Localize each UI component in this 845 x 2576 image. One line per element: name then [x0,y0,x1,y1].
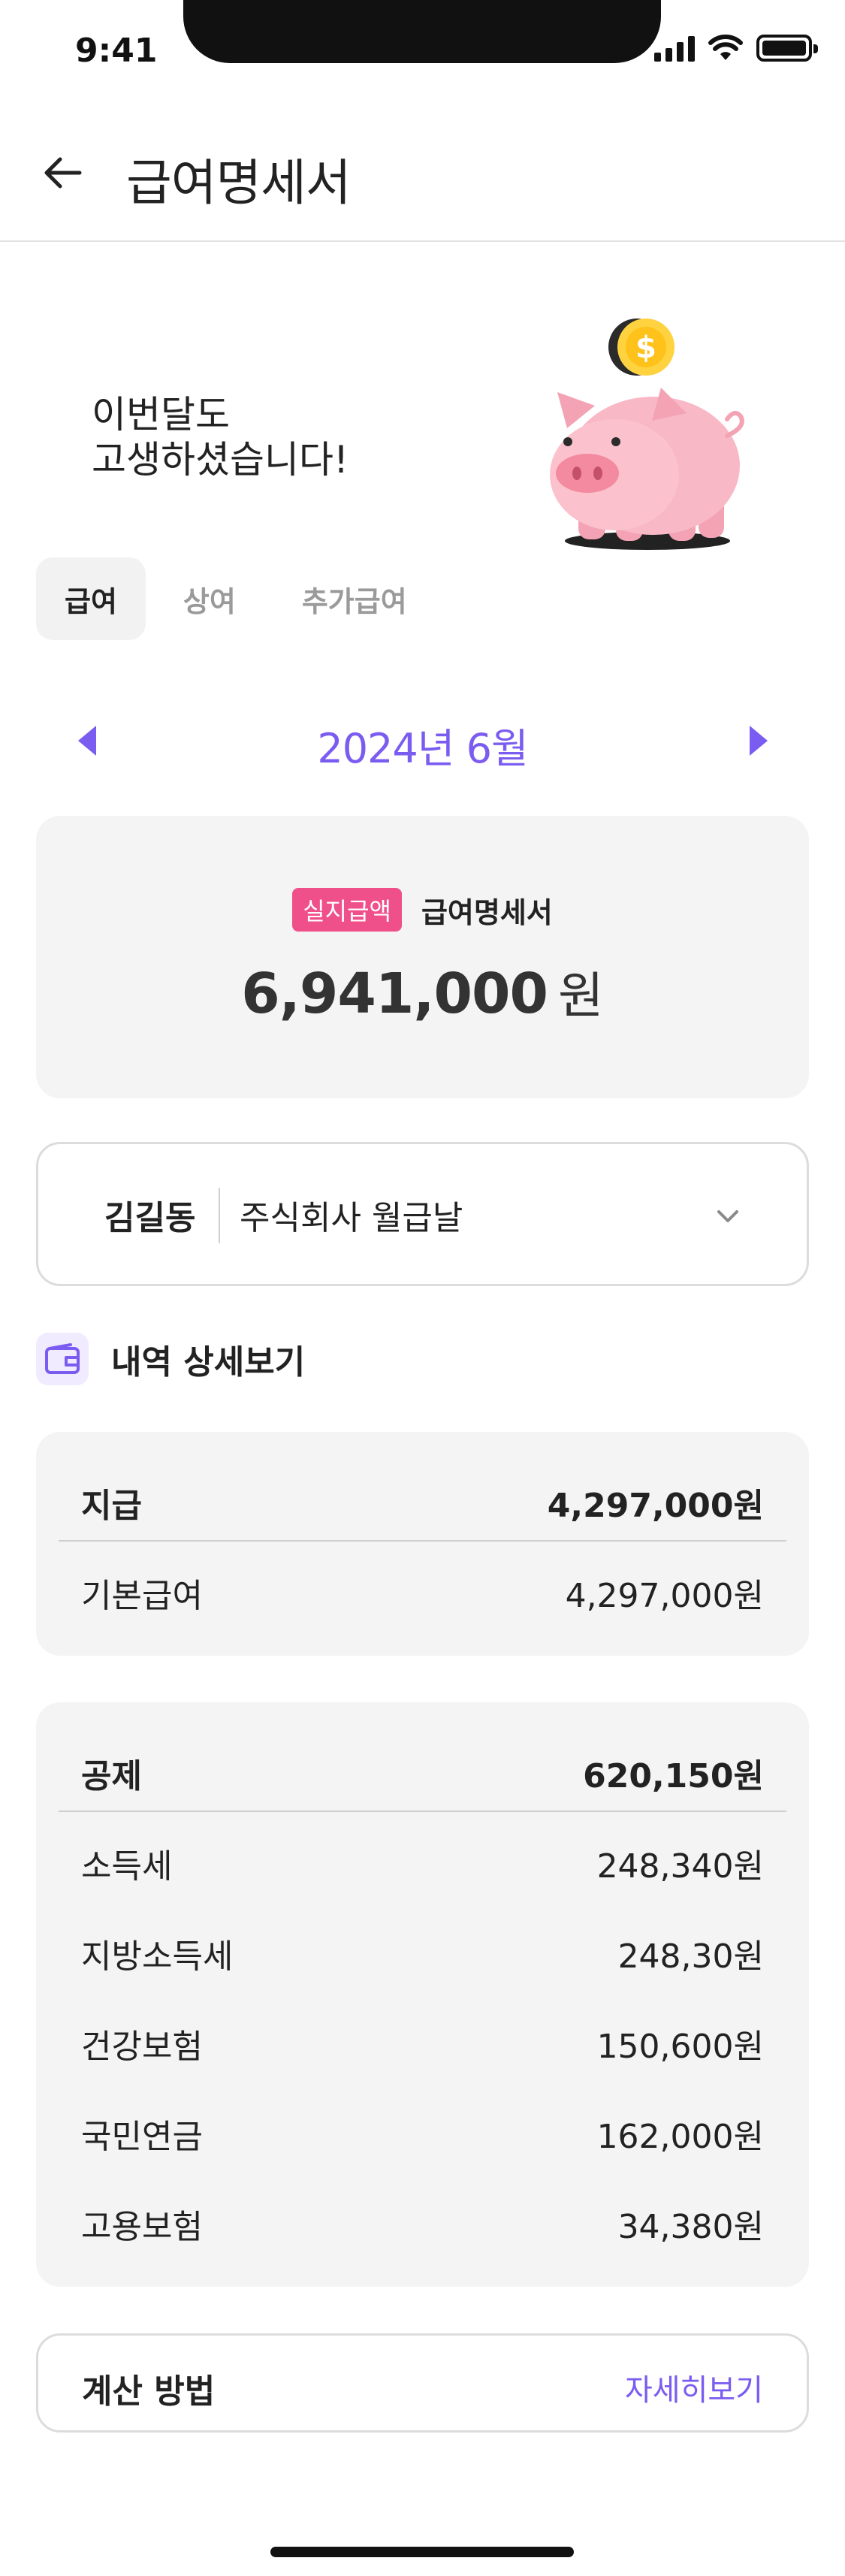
payment-total: 4,297,000원 [547,1487,764,1525]
net-pay-amount-row: 6,941,000 원 [36,956,809,1028]
item-value: 4,297,000원 [565,1577,764,1615]
item-label: 지방소득세 [81,1937,234,1976]
tab-salary[interactable]: 급여 [36,557,146,640]
list-item: 소득세 248,340원 [81,1839,764,1886]
item-label: 국민연금 [81,2118,203,2156]
list-item: 기본급여 4,297,000원 [81,1569,764,1615]
list-item: 지방소득세 248,30원 [81,1929,764,1976]
net-pay-amount: 6,941,000 [241,962,548,1026]
tab-extra-pay[interactable]: 추가급여 [273,557,436,640]
salary-type-tabs: 급여 상여 추가급여 [36,557,436,640]
home-indicator [270,2547,574,2557]
page-title: 급여명세서 [126,154,352,212]
arrow-left-icon [44,157,82,189]
calculation-title: 계산 방법 [82,2372,216,2411]
item-value: 150,600원 [596,2028,764,2066]
net-pay-card: 실지급액 급여명세서 6,941,000 원 [36,816,809,1098]
list-item: 국민연금 162,000원 [81,2109,764,2156]
wallet-icon [36,1333,89,1385]
payment-section: 지급 4,297,000원 기본급여 4,297,000원 [36,1432,809,1656]
tab-bonus[interactable]: 상여 [155,557,264,640]
month-selector: 2024년 6월 [0,706,845,774]
payment-label: 지급 [81,1487,142,1525]
item-value: 248,30원 [617,1937,764,1976]
list-item: 건강보험 150,600원 [81,2019,764,2066]
details-header: 내역 상세보기 [36,1333,305,1385]
hero-message: 이번달도 고생하셨습니다! [92,393,349,482]
item-value: 248,340원 [596,1847,764,1886]
net-pay-unit: 원 [557,967,604,1025]
deduction-section: 공제 620,150원 소득세 248,340원 지방소득세 248,30원 건… [36,1702,809,2287]
list-item: 고용보험 34,380원 [81,2200,764,2246]
item-label: 건강보험 [81,2028,203,2066]
back-button[interactable] [39,149,87,197]
next-month-button[interactable] [742,723,772,759]
chevron-down-icon [717,1210,738,1222]
company-name: 주식회사 월급날 [240,1199,463,1237]
cellular-signal-icon [654,35,695,62]
app-header: 급여명세서 [0,120,845,242]
item-value: 162,000원 [596,2118,764,2156]
net-pay-badge: 실지급액 [292,888,402,932]
wifi-icon [708,35,743,60]
employee-name: 김길동 [104,1199,196,1237]
item-value: 34,380원 [617,2208,764,2246]
item-label: 기본급여 [81,1577,203,1615]
deduction-header: 공제 620,150원 [59,1702,786,1812]
status-bar: 9:41 [0,0,845,98]
view-details-link[interactable]: 자세히보기 [625,2366,763,2409]
item-label: 고용보험 [81,2208,203,2246]
device-notch [183,0,661,63]
deduction-label: 공제 [81,1757,142,1795]
divider [219,1188,220,1243]
status-icons [654,35,818,62]
payment-header: 지급 4,297,000원 [59,1432,786,1542]
deduction-total: 620,150원 [583,1757,764,1795]
piggy-bank-illustration: $ [550,319,744,550]
status-time: 9:41 [75,32,158,70]
net-pay-title: 급여명세서 [421,895,553,929]
battery-icon [756,35,818,62]
details-title: 내역 상세보기 [111,1343,306,1382]
svg-text:$: $ [635,331,656,365]
net-pay-label-row: 실지급액 급여명세서 [36,888,809,932]
item-label: 소득세 [81,1847,173,1886]
employee-dropdown[interactable]: 김길동 주식회사 월급날 [36,1142,809,1286]
calculation-method-row: 계산 방법 자세히보기 [36,2333,809,2433]
selected-month: 2024년 6월 [317,725,528,772]
